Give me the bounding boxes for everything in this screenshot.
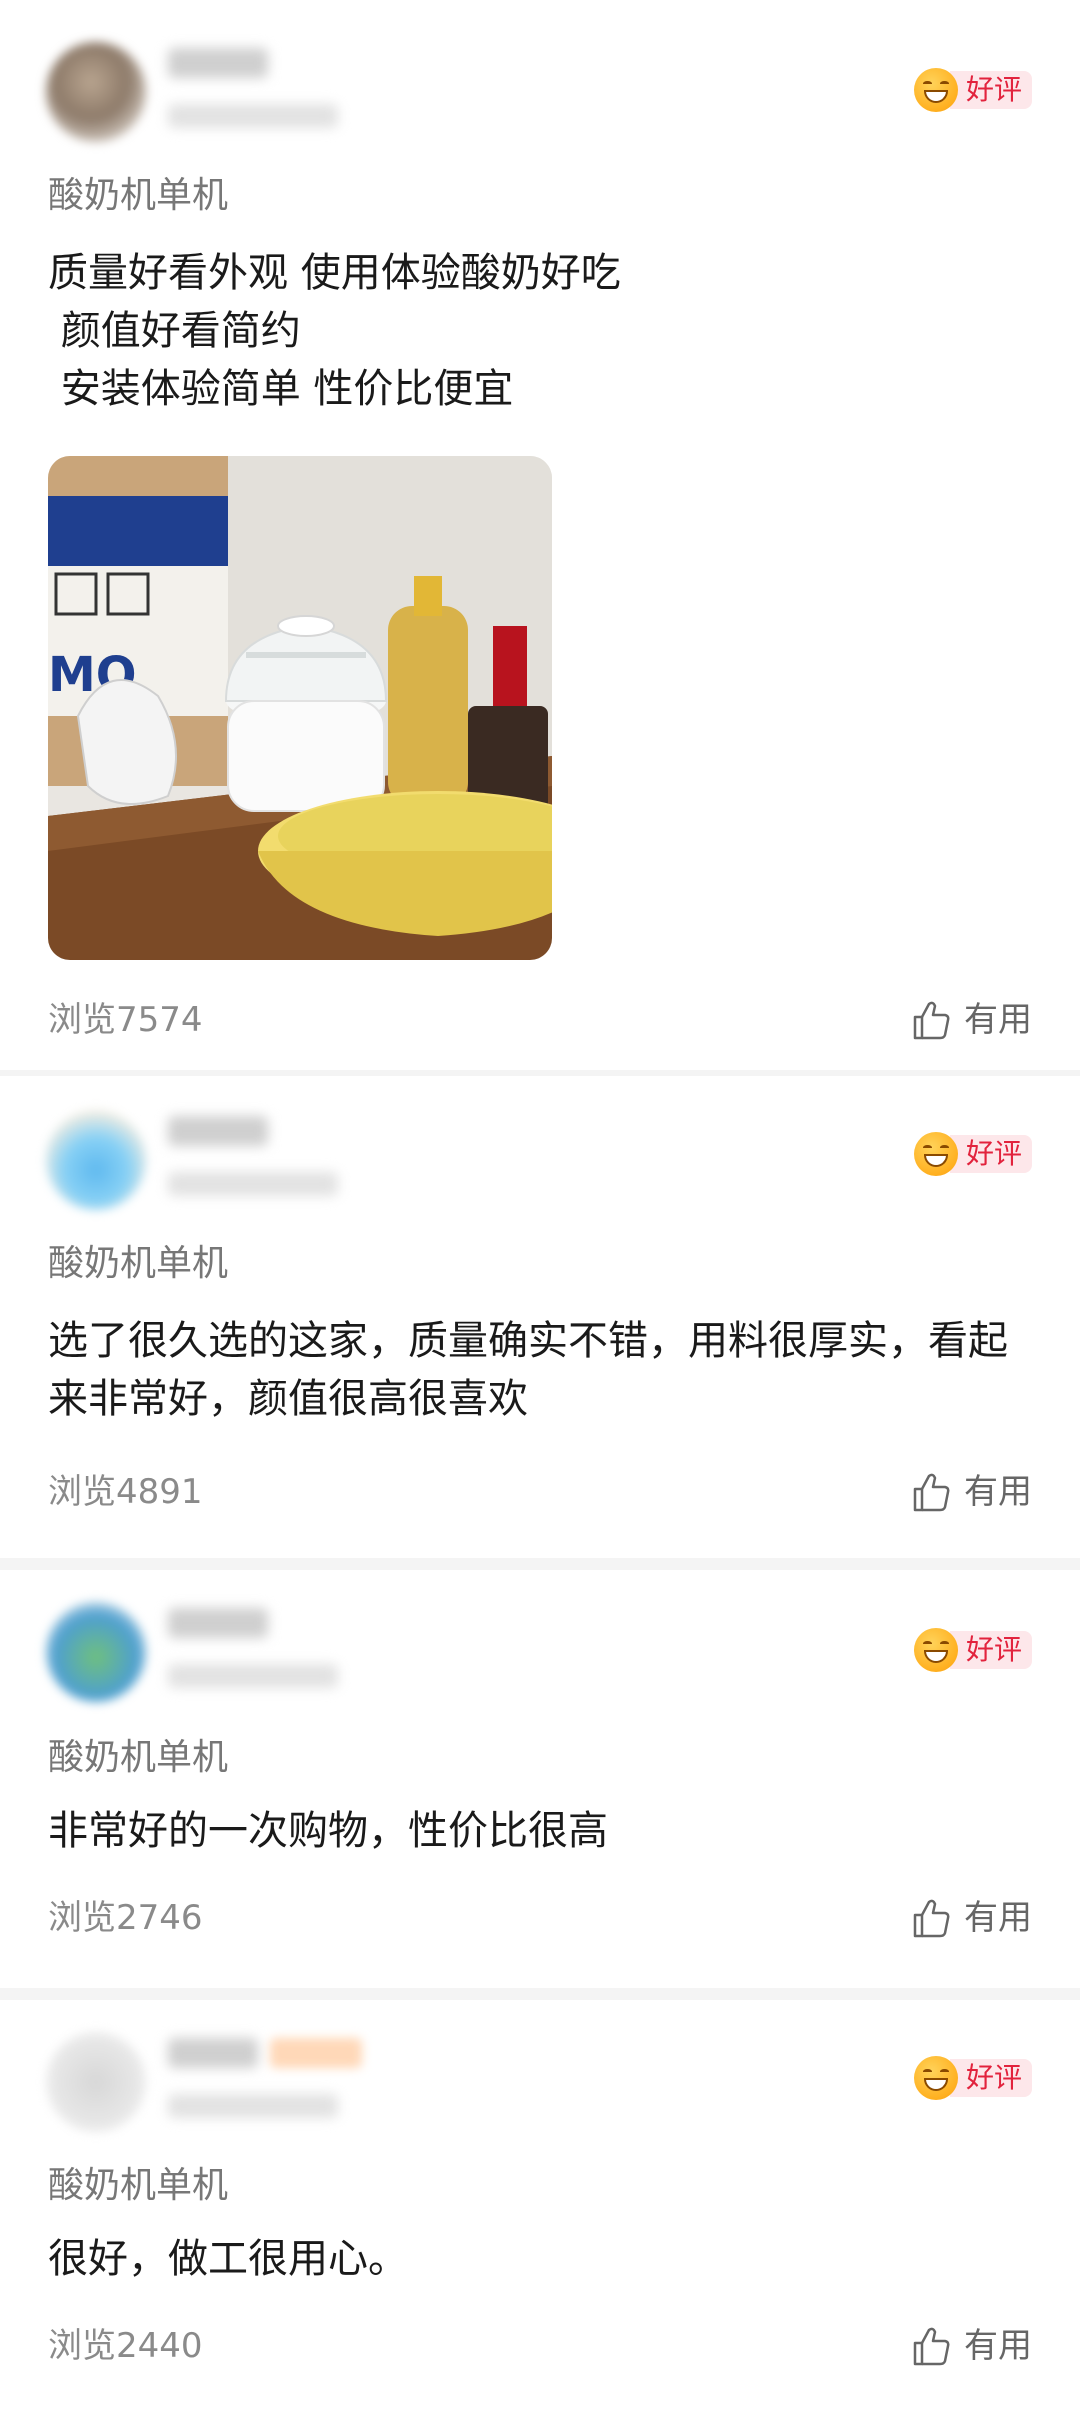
section-divider <box>0 1988 1080 2000</box>
date-blurred <box>168 104 338 128</box>
date-blurred <box>168 2094 338 2118</box>
thumbs-up-icon <box>913 2327 950 2366</box>
username-blurred <box>168 1116 268 1146</box>
review-content-line: 安装体验简单 性价比便宜 <box>48 366 514 412</box>
review-content-text: 很好，做工很用心。 <box>48 2236 408 2282</box>
avatar[interactable] <box>46 2032 146 2132</box>
avatar[interactable] <box>46 42 146 142</box>
review-content-text: 非常好的一次购物，性价比很高 <box>48 1808 608 1854</box>
review-card: 好评 酸奶机单机 很好，做工很用心。 浏览2440 有用 <box>0 2000 1080 2416</box>
review-content-line: 质量好看外观 使用体验酸奶好吃 <box>48 250 621 296</box>
rating-badge-label: 好评 <box>949 2059 1032 2097</box>
smiling-face-icon <box>913 68 958 112</box>
review-content: 选了很久选的这家，质量确实不错，用料很厚实，看起来非常好，颜值很高很喜欢 <box>48 1312 1038 1428</box>
useful-label: 有用 <box>964 2326 1032 2366</box>
product-spec: 酸奶机单机 <box>48 1243 229 1284</box>
avatar[interactable] <box>46 1110 146 1210</box>
review-content-text: 选了很久选的这家，质量确实不错，用料很厚实，看起来非常好，颜值很高很喜欢 <box>48 1318 1008 1422</box>
smiling-face-icon <box>913 1132 958 1176</box>
date-blurred <box>168 1172 338 1196</box>
useful-label: 有用 <box>964 1898 1032 1938</box>
thumbs-up-icon <box>913 1473 950 1512</box>
view-count: 浏览2440 <box>48 2326 203 2366</box>
date-blurred <box>168 1664 338 1688</box>
username-blurred <box>168 48 268 78</box>
view-count: 浏览7574 <box>48 1000 203 1040</box>
review-card: 好评 酸奶机单机 选了很久选的这家，质量确实不错，用料很厚实，看起来非常好，颜值… <box>0 1076 1080 1558</box>
rating-badge: 好评 <box>913 1626 1032 1674</box>
useful-button[interactable]: 有用 <box>912 1896 1032 1940</box>
review-list: 好评 酸奶机单机 质量好看外观 使用体验酸奶好吃 颜值好看简约 安装体验简单 性… <box>0 0 1080 2416</box>
rating-badge-label: 好评 <box>949 1631 1032 1669</box>
review-content: 很好，做工很用心。 <box>48 2230 1038 2288</box>
useful-button[interactable]: 有用 <box>912 2324 1032 2368</box>
thumbs-up-icon <box>913 1899 950 1938</box>
username-blurred <box>168 2038 258 2068</box>
review-card: 好评 酸奶机单机 非常好的一次购物，性价比很高 浏览2746 有用 <box>0 1570 1080 1988</box>
review-content: 质量好看外观 使用体验酸奶好吃 颜值好看简约 安装体验简单 性价比便宜 <box>48 244 1038 418</box>
view-count: 浏览2746 <box>48 1898 203 1938</box>
product-spec: 酸奶机单机 <box>48 2165 229 2206</box>
useful-button[interactable]: 有用 <box>912 1470 1032 1514</box>
review-card: 好评 酸奶机单机 质量好看外观 使用体验酸奶好吃 颜值好看简约 安装体验简单 性… <box>0 0 1080 1070</box>
review-photo[interactable]: MO <box>48 456 552 960</box>
useful-label: 有用 <box>964 1472 1032 1512</box>
useful-label: 有用 <box>964 1000 1032 1040</box>
section-divider <box>0 1558 1080 1570</box>
rating-badge: 好评 <box>913 1130 1032 1178</box>
username-blurred <box>168 1608 268 1638</box>
user-level-tag-blurred <box>270 2038 362 2068</box>
rating-badge: 好评 <box>913 2054 1032 2102</box>
avatar[interactable] <box>46 1602 146 1702</box>
rating-badge-label: 好评 <box>949 71 1032 109</box>
product-spec: 酸奶机单机 <box>48 175 229 216</box>
rating-badge-label: 好评 <box>949 1135 1032 1173</box>
product-spec: 酸奶机单机 <box>48 1737 229 1778</box>
smiling-face-icon <box>913 2056 958 2100</box>
smiling-face-icon <box>913 1628 958 1672</box>
useful-button[interactable]: 有用 <box>912 998 1032 1042</box>
review-content-line: 颜值好看简约 <box>48 308 301 354</box>
rating-badge: 好评 <box>913 66 1032 114</box>
review-content: 非常好的一次购物，性价比很高 <box>48 1802 1038 1860</box>
view-count: 浏览4891 <box>48 1472 203 1512</box>
thumbs-up-icon <box>913 1001 950 1040</box>
